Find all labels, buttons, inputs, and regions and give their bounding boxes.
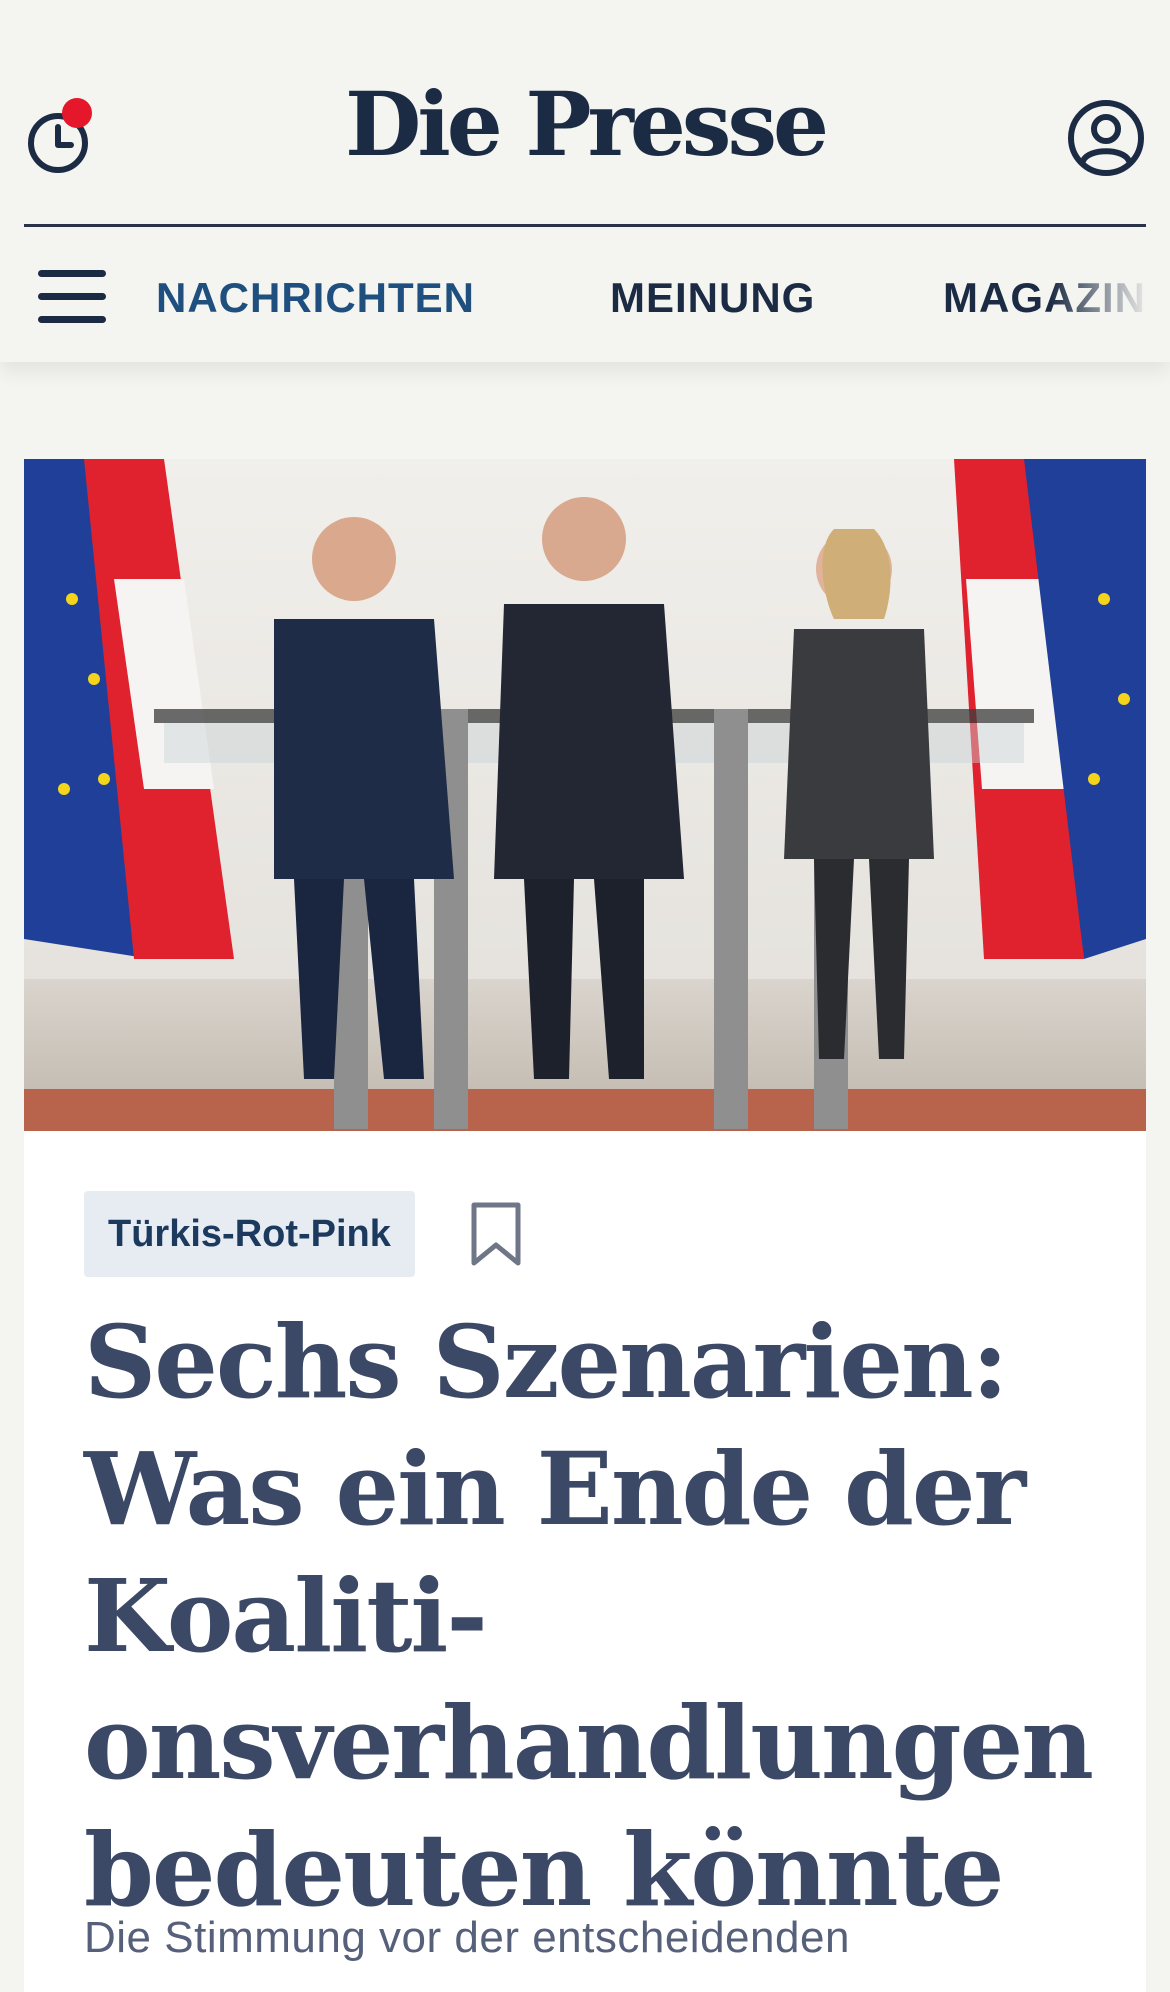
article-headline[interactable]: Sechs Szenarien: Was ein Ende der Koalit…	[84, 1299, 1104, 1934]
account-button[interactable]	[1066, 98, 1146, 178]
hamburger-menu-icon[interactable]	[38, 270, 106, 324]
site-logo[interactable]: Die Presse	[0, 80, 1170, 168]
nav-fade-overlay	[1050, 270, 1170, 326]
nav-item-meinung[interactable]: MEINUNG	[610, 270, 815, 326]
press-conference-photo	[24, 459, 1146, 1131]
topic-tag[interactable]: Türkis-Rot-Pink	[84, 1191, 415, 1277]
article-teaser: Die Stimmung vor der entscheidenden Verh…	[84, 1913, 881, 1992]
main-navigation: NACHRICHTEN MEINUNG MAGAZIN	[156, 270, 1170, 326]
article-card[interactable]: Türkis-Rot-Pink Sechs Szenarien: Was ein…	[24, 459, 1146, 1992]
article-hero-image[interactable]	[24, 459, 1146, 1131]
bookmark-icon	[471, 1202, 521, 1266]
user-account-icon	[1068, 100, 1144, 176]
site-header: Die Presse NACHRICHTEN MEINUNG MAGAZIN	[0, 0, 1170, 362]
nav-item-nachrichten[interactable]: NACHRICHTEN	[156, 270, 475, 326]
bookmark-button[interactable]	[470, 1201, 522, 1267]
header-divider	[24, 224, 1146, 227]
